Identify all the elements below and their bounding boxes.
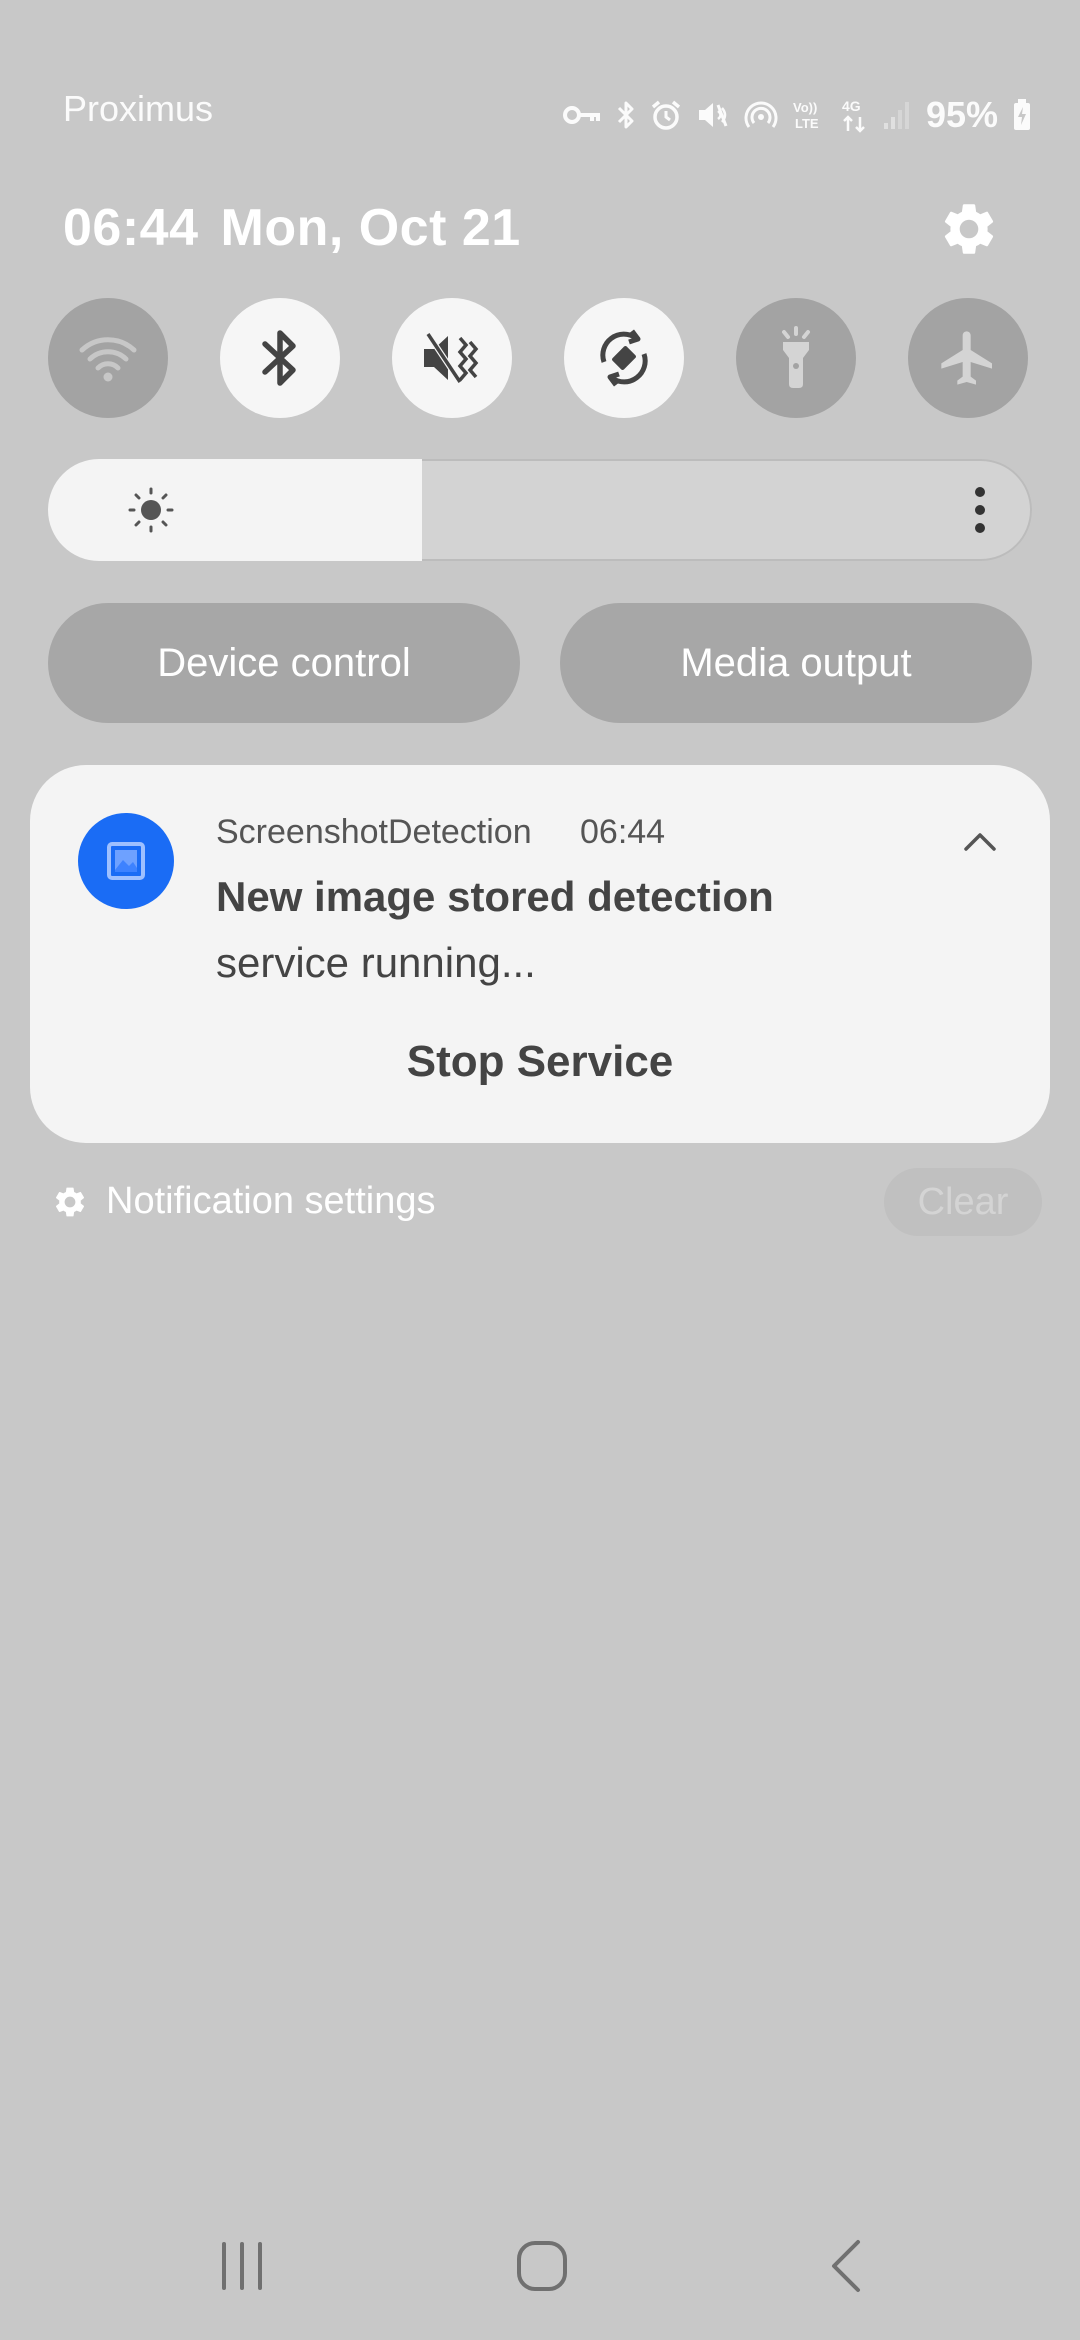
carrier-name: Proximus [63,88,214,129]
recent-apps-icon[interactable] [214,2238,270,2294]
clock-date: 06:44 Mon, Oct 21 [63,198,521,258]
notification-settings-label: Notification settings [106,1180,436,1222]
svg-text:Vo)): Vo)) [793,100,817,115]
battery-percentage: 95% [925,94,998,135]
flashlight-toggle[interactable] [736,298,856,418]
media-output-button[interactable]: Media output [560,603,1032,723]
notification-time: 06:44 [580,813,666,851]
clock-time: 06:44 [63,199,199,257]
bluetooth-toggle[interactable] [220,298,340,418]
battery-charging-icon [1014,99,1030,130]
app-icon [78,813,174,909]
back-icon[interactable] [818,2238,874,2294]
volte-icon: Vo)) LTE [793,100,819,131]
image-icon [107,842,145,880]
device-control-button[interactable]: Device control [48,603,520,723]
wifi-icon [79,337,137,382]
settings-icon[interactable] [938,198,1000,260]
notification-app-name: ScreenshotDetection [216,813,532,851]
notification-text: service running... [216,939,536,986]
4g-data-icon: 4G [842,98,865,133]
date: Mon, Oct 21 [220,199,521,257]
mute-toggle[interactable] [392,298,512,418]
notification-title: New image stored detection [216,873,774,920]
sun-icon [128,487,174,533]
mute-icon [424,332,479,384]
wifi-toggle[interactable] [48,298,168,418]
home-icon[interactable] [514,2238,570,2294]
hotspot-icon [744,101,778,128]
chevron-up-icon[interactable] [960,821,1000,861]
bluetooth-icon [617,101,634,129]
vpn-key-icon [562,106,600,124]
more-options-icon[interactable] [972,485,988,535]
svg-text:4G: 4G [842,98,861,114]
gear-icon [55,1187,85,1216]
auto-rotate-icon [600,329,648,387]
mute-icon [698,103,728,127]
svg-text:LTE: LTE [795,116,819,131]
notification-settings-link[interactable]: Notification settings [52,1180,436,1223]
flashlight-icon [782,326,810,388]
auto-rotate-toggle[interactable] [564,298,684,418]
bluetooth-icon [262,330,296,386]
clear-button[interactable]: Clear [884,1168,1042,1236]
stop-service-button[interactable]: Stop Service [30,1037,1050,1087]
airplane-toggle[interactable] [908,298,1028,418]
airplane-icon [941,331,992,385]
status-icons: Vo)) LTE 4G 95% [562,90,1032,140]
brightness-slider[interactable] [48,459,1032,561]
signal-icon [883,102,909,129]
brightness-level-fill [48,459,422,561]
alarm-icon [651,100,681,130]
notification-card[interactable]: ScreenshotDetection 06:44 New image stor… [30,765,1050,1143]
